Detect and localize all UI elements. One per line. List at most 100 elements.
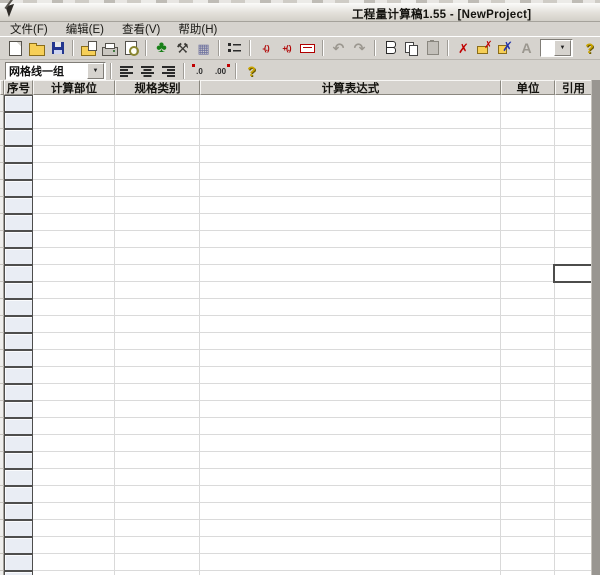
grid-cell[interactable] [33,469,115,486]
grid-cell[interactable] [200,299,501,316]
grid-cell[interactable] [200,384,501,401]
row-index-cell[interactable] [4,401,33,418]
row-index-cell[interactable] [4,333,33,350]
row-index-cell[interactable] [4,367,33,384]
grid-cell[interactable] [33,554,115,571]
grid-cell[interactable] [200,503,501,520]
row-index-cell[interactable] [4,163,33,180]
delete-column-button[interactable]: ✗ [495,38,516,58]
find-combobox[interactable]: ▼ [540,39,573,57]
grid-cell[interactable] [555,146,592,163]
import-file-button[interactable] [78,38,99,58]
row-index-cell[interactable] [4,520,33,537]
grid-cell[interactable] [555,180,592,197]
grid-cell[interactable] [200,112,501,129]
grid-cell[interactable] [200,554,501,571]
row-index-cell[interactable] [4,554,33,571]
add-bracket-button[interactable]: +(.) [276,38,297,58]
row-index-cell[interactable] [4,435,33,452]
grid-cell[interactable] [200,265,501,282]
grid-cell[interactable] [33,129,115,146]
grid-cell[interactable] [555,95,592,112]
grid-cell[interactable] [200,333,501,350]
grid-cell[interactable] [501,452,555,469]
grid-cell[interactable] [501,95,555,112]
find-combobox-dropdown-button[interactable]: ▼ [554,40,571,56]
row-index-cell[interactable] [4,231,33,248]
grid-cell[interactable] [555,316,592,333]
grid-cell[interactable] [33,231,115,248]
grid-cell[interactable] [33,520,115,537]
grid-cell[interactable] [33,486,115,503]
grid-cell[interactable] [33,384,115,401]
row-index-cell[interactable] [4,316,33,333]
row-index-cell[interactable] [4,469,33,486]
grid-cell[interactable] [555,112,592,129]
save-button[interactable] [47,38,68,58]
grid-cell[interactable] [33,333,115,350]
grid-cell[interactable] [200,282,501,299]
redo-button[interactable]: ↷ [349,38,370,58]
column-header-5[interactable]: 单位 [501,80,555,95]
grid-cell[interactable] [501,333,555,350]
grid-cell[interactable] [33,367,115,384]
grid-cell[interactable] [501,367,555,384]
grid-cell[interactable] [200,469,501,486]
grid-cell[interactable] [33,197,115,214]
grid-cell[interactable] [200,537,501,554]
grid-cell[interactable] [200,350,501,367]
grid-cell[interactable] [33,112,115,129]
grid-cell[interactable] [555,367,592,384]
grid-cell[interactable] [33,282,115,299]
grid-cell[interactable] [555,537,592,554]
grid-cell[interactable] [33,571,115,575]
grid-cell[interactable] [501,248,555,265]
row-index-cell[interactable] [4,197,33,214]
grid-cell[interactable] [115,265,200,282]
grid-cell[interactable] [115,316,200,333]
grid-cell[interactable] [200,197,501,214]
paste-button[interactable] [422,38,443,58]
grid-cell[interactable] [33,248,115,265]
outline-list-button[interactable] [224,38,245,58]
grid-cell[interactable] [115,146,200,163]
grid-cell[interactable] [200,435,501,452]
grid-cell[interactable] [501,231,555,248]
grid-cell[interactable] [115,571,200,575]
grid-cell[interactable] [555,350,592,367]
grid-cell[interactable] [501,282,555,299]
grid-cell[interactable] [555,469,592,486]
grid-cell[interactable] [33,418,115,435]
selected-cell[interactable] [553,264,592,283]
menu-view[interactable]: 查看(V) [118,21,168,37]
grid-cell[interactable] [200,401,501,418]
grid-cell[interactable] [501,537,555,554]
grid-cell[interactable] [33,163,115,180]
grid-cell[interactable] [555,163,592,180]
grid-cell[interactable] [33,316,115,333]
open-file-button[interactable] [26,38,47,58]
grid-cell[interactable] [200,316,501,333]
align-center-button[interactable] [137,61,158,81]
row-index-cell[interactable] [4,503,33,520]
grid-cell[interactable] [33,452,115,469]
grid-cell[interactable] [555,503,592,520]
undo-button[interactable]: ↶ [328,38,349,58]
column-header-1[interactable]: 序号 [4,80,33,95]
grid-cell[interactable] [200,163,501,180]
grid-cell[interactable] [501,401,555,418]
grid-cell[interactable] [555,129,592,146]
grid-cell[interactable] [501,418,555,435]
properties-button[interactable]: ▦ [193,38,214,58]
grid-cell[interactable] [555,486,592,503]
grid-cell[interactable] [555,452,592,469]
grid-cell[interactable] [115,452,200,469]
font-button[interactable]: A [516,38,537,58]
grid-cell[interactable] [501,112,555,129]
grid-cell[interactable] [115,214,200,231]
grid-cell[interactable] [200,367,501,384]
grid-cell[interactable] [33,95,115,112]
grid-cell[interactable] [200,146,501,163]
grid-cell[interactable] [115,503,200,520]
grid-cell[interactable] [501,350,555,367]
